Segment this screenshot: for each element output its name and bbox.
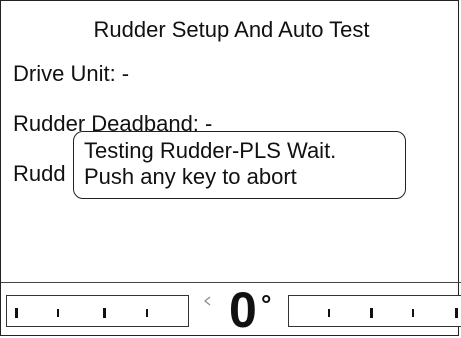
scale-tick xyxy=(103,308,106,318)
small-chevron-left-icon xyxy=(204,296,211,306)
scale-tick xyxy=(370,308,373,318)
rudder-row-truncated: Rudd xyxy=(13,161,66,186)
page-title: Rudder Setup And Auto Test xyxy=(93,17,370,42)
testing-popup[interactable]: Testing Rudder-PLS Wait. Push any key to… xyxy=(73,131,406,199)
rudder-scale-port xyxy=(6,295,189,327)
popup-line-2: Push any key to abort xyxy=(84,164,297,189)
scale-tick xyxy=(328,309,330,317)
popup-line-1: Testing Rudder-PLS Wait. xyxy=(84,138,337,163)
scale-tick xyxy=(15,308,18,318)
rudder-angle-value: 0 xyxy=(229,282,257,338)
drive-unit-row: Drive Unit: - xyxy=(13,61,130,86)
scale-tick xyxy=(412,309,414,317)
degree-symbol: ° xyxy=(261,289,272,319)
scale-tick xyxy=(57,309,59,317)
scale-tick xyxy=(455,308,458,318)
scale-tick xyxy=(146,309,148,317)
autopilot-screen: Rudder Setup And Auto Test Drive Unit: -… xyxy=(0,0,461,338)
rudder-scale-starboard xyxy=(288,295,461,327)
